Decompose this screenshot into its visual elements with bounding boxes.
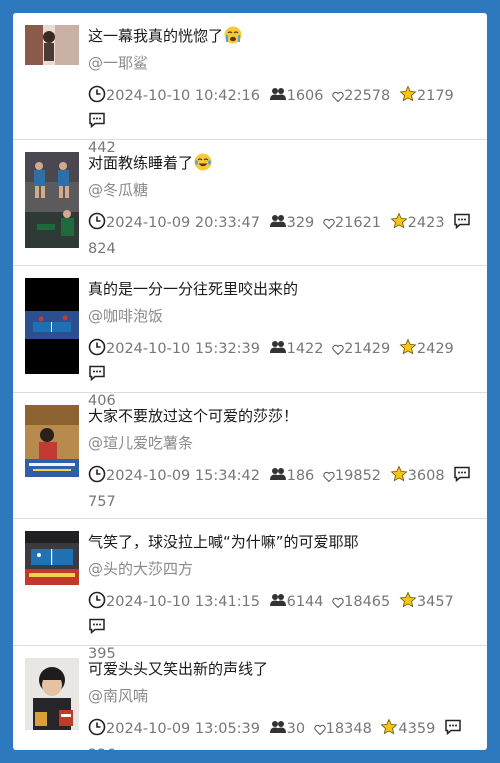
item-title[interactable]: 这一幕我真的恍惚了 [88,25,478,50]
like-count: 18465 [344,594,391,610]
star-count: 2179 [416,88,454,104]
comment-icon[interactable] [88,617,106,643]
like-count: 19852 [334,467,382,484]
list-item[interactable]: 大家不要放过这个可爱的莎莎！ @瑄儿爱吃薯条 2024-10-09 15:34:… [13,393,487,519]
like-count: 18348 [325,720,372,737]
item-title[interactable]: 可爱头头又笑出新的声线了 [88,658,478,680]
timestamp: 2024-10-09 15:34:42 [106,467,260,484]
star-count: 3608 [407,467,445,484]
star-icon[interactable] [399,338,417,364]
comment-icon[interactable] [453,212,471,238]
list-item[interactable]: 气笑了，球没拉上喊“为什嘛”的可爱耶耶 @头的大莎四方 2024-10-10 1… [13,519,487,662]
like-count: 21621 [334,214,382,231]
viewers-icon [269,465,287,491]
viewers-icon [269,591,287,617]
item-stats: 2024-10-09 15:34:42 186 19852 3608 757 [88,465,472,514]
video-thumbnail[interactable] [25,151,79,248]
star-count: 4359 [398,720,436,737]
item-author[interactable]: @咖啡泡饭 [88,305,163,327]
video-thumbnail[interactable] [25,657,79,730]
clock-icon [88,591,106,617]
timestamp: 2024-10-10 10:42:16 [106,88,260,104]
item-title[interactable]: 气笑了，球没拉上喊“为什嘛”的可爱耶耶 [88,531,478,553]
item-author[interactable]: @瑄儿爱吃薯条 [88,432,193,454]
heart-icon[interactable] [323,468,335,491]
clock-icon [88,212,106,238]
comment-icon[interactable] [444,718,462,744]
star-count: 2423 [407,214,445,231]
comment-count: 757 [88,493,116,510]
list-item[interactable]: 真的是一分一分往死里咬出来的 @咖啡泡饭 2024-10-10 15:32:39… [13,266,487,409]
heart-icon[interactable] [314,721,326,744]
video-thumbnail[interactable] [25,404,79,477]
star-count: 2429 [416,341,454,357]
video-list: 这一幕我真的恍惚了 @一耶鲨 2024-10-10 10:42:16 1606 … [13,13,487,750]
viewer-count: 30 [286,720,306,737]
list-item[interactable]: 对面教练睡着了 @冬瓜糖 2024-10-09 20:33:47 329 216… [13,140,487,266]
video-thumbnail[interactable] [25,278,79,374]
star-icon[interactable] [380,718,398,744]
item-author[interactable]: @一耶鲨 [88,52,148,74]
comment-count: 824 [88,240,116,257]
viewer-count: 1606 [286,88,324,104]
item-author[interactable]: @冬瓜糖 [88,179,148,201]
viewer-count: 329 [286,214,315,231]
star-icon[interactable] [399,591,417,617]
clock-icon [88,465,106,491]
star-icon[interactable] [390,212,408,238]
viewers-icon [269,338,287,364]
item-title[interactable]: 对面教练睡着了 [88,152,478,177]
timestamp: 2024-10-10 13:41:15 [106,594,260,610]
comment-count: 226 [88,747,116,751]
heart-icon[interactable] [332,341,344,364]
heart-icon[interactable] [332,594,344,617]
viewer-count: 186 [286,467,315,484]
list-item[interactable]: 这一幕我真的恍惚了 @一耶鲨 2024-10-10 10:42:16 1606 … [13,13,487,156]
item-author[interactable]: @头的大莎四方 [88,558,193,580]
heart-icon[interactable] [332,88,344,111]
item-title[interactable]: 真的是一分一分往死里咬出来的 [88,278,478,300]
item-stats: 2024-10-09 13:05:39 30 18348 4359 226 [88,718,472,751]
item-stats: 2024-10-09 20:33:47 329 21621 2423 824 [88,212,472,261]
comment-icon[interactable] [88,111,106,137]
viewer-count: 1422 [286,341,324,357]
star-icon[interactable] [390,465,408,491]
viewers-icon [269,85,287,111]
list-item[interactable]: 可爱头头又笑出新的声线了 @南风喃 2024-10-09 13:05:39 30… [13,646,487,751]
crying-face-emoji [224,26,242,50]
clock-icon [88,85,106,111]
tears-of-joy-emoji [194,153,212,177]
video-thumbnail[interactable] [25,25,79,65]
heart-icon[interactable] [323,215,335,238]
video-thumbnail[interactable] [25,531,79,585]
viewers-icon [269,212,287,238]
timestamp: 2024-10-09 20:33:47 [106,214,260,231]
timestamp: 2024-10-10 15:32:39 [106,341,260,357]
star-count: 3457 [416,594,454,610]
clock-icon [88,718,106,744]
viewers-icon [269,718,287,744]
like-count: 21429 [344,341,391,357]
comment-icon[interactable] [453,465,471,491]
timestamp: 2024-10-09 13:05:39 [106,720,260,737]
like-count: 22578 [344,88,391,104]
clock-icon [88,338,106,364]
star-icon[interactable] [399,85,417,111]
viewer-count: 6144 [286,594,324,610]
item-title[interactable]: 大家不要放过这个可爱的莎莎！ [88,405,478,427]
comment-icon[interactable] [88,364,106,390]
item-author[interactable]: @南风喃 [88,685,148,707]
